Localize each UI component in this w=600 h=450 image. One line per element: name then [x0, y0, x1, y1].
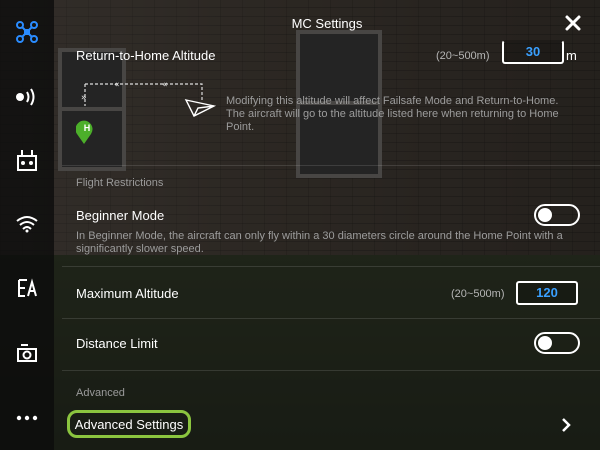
- section-flight-restrictions: Flight Restrictions: [76, 177, 164, 189]
- remote-controller-icon: [17, 150, 37, 171]
- sidebar-item-wifi[interactable]: [0, 204, 54, 244]
- sidebar-item-aircraft[interactable]: [0, 12, 54, 52]
- max-altitude-label: Maximum Altitude: [76, 286, 179, 301]
- sidebar-item-camera[interactable]: [0, 333, 54, 373]
- section-advanced: Advanced: [76, 387, 125, 399]
- max-altitude-range: (20~500m): [451, 288, 505, 300]
- camera-background: [0, 0, 600, 450]
- rth-description: Modifying this altitude will affect Fail…: [226, 95, 559, 133]
- close-icon[interactable]: [564, 14, 582, 32]
- camera-icon: [17, 344, 37, 362]
- distance-limit-label: Distance Limit: [76, 336, 158, 351]
- beginner-mode-toggle[interactable]: [534, 204, 580, 226]
- drone-icon: [16, 21, 38, 43]
- rth-diagram: « « »: [76, 80, 217, 144]
- sidebar-item-sensors[interactable]: [0, 77, 54, 117]
- svg-text:«: «: [114, 80, 120, 90]
- sidebar-item-remote[interactable]: [0, 140, 54, 180]
- sidebar: [0, 0, 54, 450]
- rth-altitude-range: (20~500m): [436, 50, 490, 62]
- wifi-icon: [16, 216, 38, 233]
- max-altitude-input[interactable]: 120: [516, 281, 578, 305]
- home-point-marker: H: [83, 123, 91, 133]
- signal-icon: [16, 88, 35, 106]
- advanced-settings-label: Advanced Settings: [74, 416, 184, 432]
- svg-text:«: «: [162, 80, 168, 90]
- page-title: MC Settings: [291, 16, 363, 31]
- svg-text:»: »: [81, 93, 87, 103]
- advanced-settings-button[interactable]: Advanced Settings: [67, 410, 191, 438]
- sidebar-item-transmission[interactable]: [0, 268, 54, 308]
- rth-altitude-input[interactable]: 30: [502, 40, 564, 64]
- chevron-right-icon[interactable]: [560, 417, 572, 433]
- rth-altitude-unit: m: [566, 48, 577, 63]
- rth-altitude-label: Return-to-Home Altitude: [76, 48, 216, 63]
- more-icon: [16, 415, 38, 421]
- image-transmission-icon: [18, 278, 37, 297]
- beginner-mode-label: Beginner Mode: [76, 208, 165, 223]
- sidebar-item-more[interactable]: [0, 398, 54, 438]
- beginner-mode-description: In Beginner Mode, the aircraft can only …: [76, 230, 563, 255]
- distance-limit-toggle[interactable]: [534, 332, 580, 354]
